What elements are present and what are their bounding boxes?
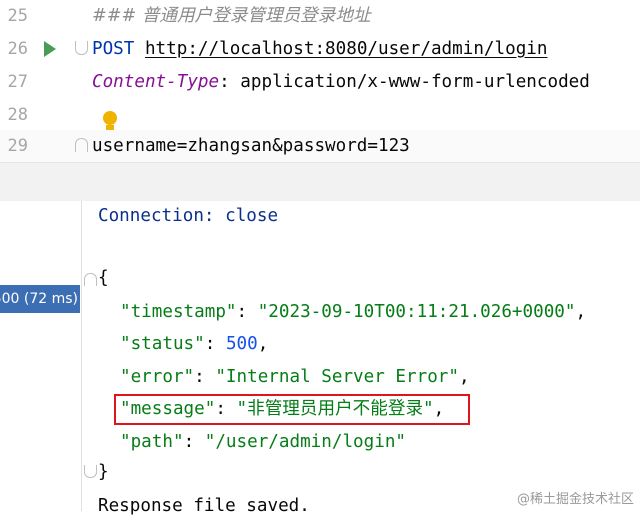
request-body: username=zhangsan&password=123 (92, 136, 410, 156)
json-field-timestamp: "timestamp": "2023-09-10T00:11:21.026+00… (120, 302, 587, 322)
watermark: @稀土掘金技术社区 (516, 492, 634, 507)
json-key: "error" (120, 367, 195, 387)
json-fold-open-icon[interactable] (84, 273, 97, 286)
editor-line-27[interactable]: 27 Content-Type: application/x-www-form-… (0, 66, 640, 99)
line-number: 25 (7, 6, 28, 26)
json-value: "2023-09-10T00:11:21.026+0000" (257, 302, 576, 322)
request-comment: ### 普通用户登录管理员登录地址 (92, 6, 371, 26)
json-field-status: "status": 500, (120, 334, 269, 354)
fold-start-icon[interactable] (75, 41, 88, 55)
history-status-badge[interactable]: 500 (72 ms) (0, 285, 80, 313)
json-value: 500 (225, 334, 258, 354)
line-number: 29 (7, 136, 28, 156)
json-key: "path" (120, 432, 184, 452)
line-number: 27 (7, 72, 28, 92)
json-comma: , (575, 302, 587, 322)
response-viewer[interactable]: Connection: close { "timestamp": "2023-0… (82, 201, 640, 516)
http-request-editor[interactable]: 25 ### 普通用户登录管理员登录地址 26 POST http://loca… (0, 0, 640, 163)
response-footer: Response file saved. (98, 496, 310, 516)
json-open-brace: { (98, 268, 109, 288)
json-value: "/user/admin/login" (204, 432, 407, 452)
header-value: application/x-www-form-urlencoded (240, 72, 590, 92)
json-value: "Internal Server Error" (215, 367, 459, 387)
line-number: 26 (7, 39, 28, 59)
editor-line-25[interactable]: 25 ### 普通用户登录管理员登录地址 (0, 0, 640, 33)
request-header: Content-Type: application/x-www-form-url… (92, 66, 590, 99)
highlight-box (114, 394, 470, 425)
json-key: "status" (120, 334, 205, 354)
editor-line-29[interactable]: 29 username=zhangsan&password=123 (0, 130, 640, 163)
run-request-icon[interactable] (44, 41, 56, 57)
line-number: 28 (7, 105, 28, 125)
json-comma: , (257, 334, 269, 354)
header-separator: : (219, 72, 241, 92)
json-comma: , (458, 367, 470, 387)
response-header-line: Connection: close (98, 206, 279, 226)
json-field-path: "path": "/user/admin/login" (120, 432, 407, 452)
request-history-list[interactable] (0, 201, 82, 511)
json-key: "timestamp" (120, 302, 237, 322)
editor-line-26[interactable]: 26 POST http://localhost:8080/user/admin… (0, 33, 640, 66)
request-url[interactable]: http://localhost:8080/user/admin/login (145, 39, 548, 59)
request-line: POST http://localhost:8080/user/admin/lo… (92, 33, 547, 66)
editor-line-28[interactable]: 28 (0, 99, 640, 132)
http-method: POST (92, 39, 135, 59)
fold-end-icon[interactable] (75, 138, 88, 152)
panel-splitter[interactable] (0, 162, 640, 202)
json-fold-close-icon[interactable] (84, 465, 97, 478)
json-field-error: "error": "Internal Server Error", (120, 367, 470, 387)
json-close-brace: } (98, 462, 109, 482)
status-badge-text: 500 (72 ms) (0, 291, 78, 307)
header-key: Content-Type (92, 72, 220, 92)
